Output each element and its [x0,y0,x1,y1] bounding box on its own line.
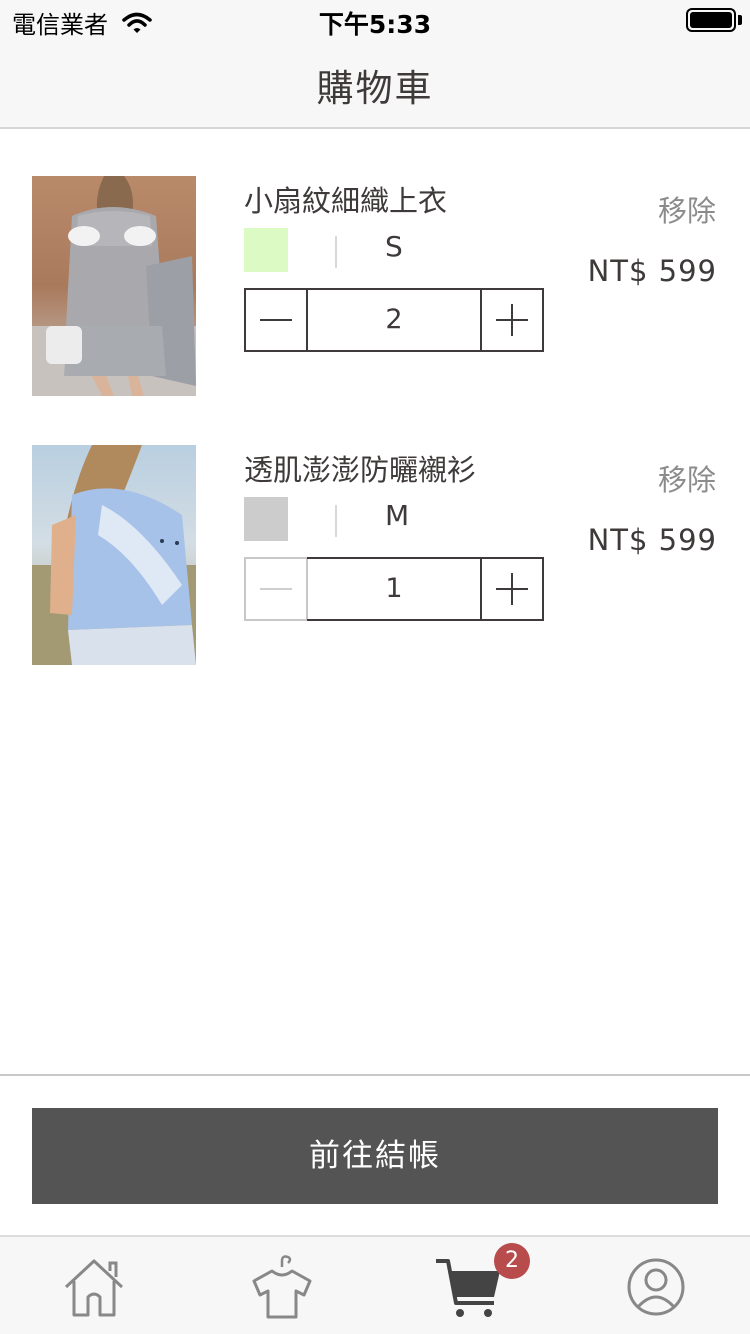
tab-profile[interactable] [620,1253,692,1321]
divider [335,505,337,537]
product-name: 小扇紋細織上衣 [244,184,448,218]
plus-icon [496,304,528,336]
product-image[interactable] [32,176,196,396]
cart-item: 透肌澎澎防曬襯衫 M 1 移除 NT$ 599 [0,445,750,665]
color-swatch [244,228,288,272]
status-bar: 電信業者 下午5:33 [0,0,750,40]
shirt-icon [252,1255,312,1319]
tab-bar: 2 [0,1235,750,1334]
cart-badge: 2 [494,1243,530,1279]
color-swatch [244,497,288,541]
size-label: S [385,230,403,263]
tab-shop[interactable] [246,1253,318,1321]
footer-divider [0,1074,750,1076]
item-price: NT$ 599 [587,523,717,557]
remove-button[interactable]: 移除 [658,188,716,230]
battery-icon [686,8,736,32]
tab-cart[interactable]: 2 [434,1243,530,1321]
home-icon [64,1259,124,1317]
item-price: NT$ 599 [587,254,717,288]
checkout-button[interactable]: 前往結帳 [32,1108,718,1204]
increase-quantity-button[interactable] [480,557,544,621]
quantity-value[interactable]: 2 [307,288,481,352]
quantity-value[interactable]: 1 [307,557,481,621]
tab-home[interactable] [58,1253,130,1321]
divider [335,236,337,268]
increase-quantity-button[interactable] [480,288,544,352]
page-title: 購物車 [316,67,434,110]
remove-button[interactable]: 移除 [658,457,716,499]
navigation-bar: 購物車 [0,40,750,129]
decrease-quantity-button[interactable] [244,557,308,621]
product-name: 透肌澎澎防曬襯衫 [244,453,477,487]
product-image[interactable] [32,445,196,665]
profile-icon [627,1258,685,1316]
quantity-stepper: 1 [244,557,544,621]
status-time: 下午5:33 [318,10,432,39]
decrease-quantity-button[interactable] [244,288,308,352]
battery-cap [738,15,742,25]
size-label: M [385,499,410,532]
cart-item: 小扇紋細織上衣 S 2 移除 NT$ 599 [0,176,750,396]
plus-icon [496,573,528,605]
quantity-stepper: 2 [244,288,544,352]
